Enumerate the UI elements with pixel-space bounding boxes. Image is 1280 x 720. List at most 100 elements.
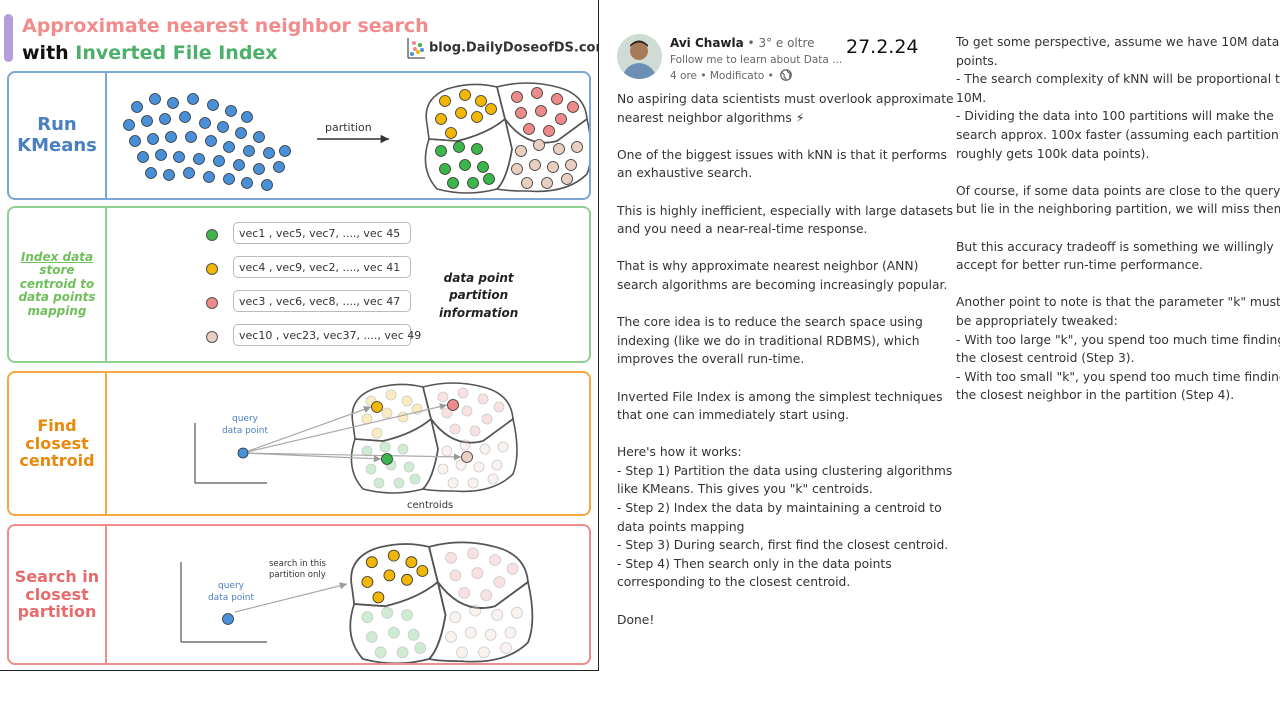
green-point <box>453 141 465 153</box>
beige-point <box>500 642 512 654</box>
blue-point <box>137 151 149 163</box>
post-line: nearest neighbor algorithms ⚡ <box>617 110 805 125</box>
label-line: closest <box>25 584 89 604</box>
data-point-partition-note: data point partition information <box>439 271 519 320</box>
yellow-point <box>385 389 397 401</box>
red-point <box>461 405 473 417</box>
post-paragraph: The core idea is to reduce the search sp… <box>617 313 942 369</box>
blue-point <box>167 97 179 109</box>
yellow-point <box>416 565 429 577</box>
red-point <box>493 576 506 588</box>
red-point <box>467 547 479 560</box>
query-point <box>222 613 234 625</box>
red-point <box>457 387 469 399</box>
beige-point <box>478 646 490 659</box>
yellow-point <box>439 95 451 107</box>
post-line: - Step 2) Index the data by maintaining … <box>617 501 942 516</box>
red-point <box>523 123 535 135</box>
beige-point <box>533 139 545 151</box>
author-name[interactable]: Avi Chawla <box>670 36 744 50</box>
beige-point <box>445 631 457 643</box>
post-line: like KMeans. This gives you "k" centroid… <box>617 482 873 497</box>
section-run-kmeans: Run KMeans partition <box>7 71 591 200</box>
blue-point <box>183 167 195 179</box>
blue-point <box>185 131 197 143</box>
post-paragraph: One of the biggest issues with kNN is th… <box>617 146 947 183</box>
yellow-point <box>455 107 467 119</box>
post-paragraph: Here's how it works: - Step 1) Partition … <box>617 443 952 592</box>
kmeans-diagram: partition <box>123 82 589 194</box>
green-point <box>361 611 374 624</box>
post-line: roughly gets 100k data points). <box>956 146 1150 161</box>
beige-point <box>487 473 499 485</box>
post-time: 4 ore • Modificato • <box>670 70 774 82</box>
infographic-title-line1: Approximate nearest neighbor search <box>22 15 429 37</box>
post-paragraph: No aspiring data scientists must overloo… <box>617 90 954 127</box>
search-note: search in this <box>269 559 326 569</box>
label-line: Find <box>37 415 77 435</box>
ivf-infographic: Approximate nearest neighbor search with… <box>0 0 599 671</box>
blue-point <box>163 169 175 181</box>
mapping-row-red: vec3 , vec6, vec8, ...., vec 47 <box>233 290 411 312</box>
label-line: Run <box>37 114 77 136</box>
beige-point <box>547 161 559 173</box>
green-point <box>361 445 373 457</box>
blue-point <box>193 153 205 165</box>
green-point <box>483 173 495 185</box>
post-line: That is why approximate nearest neighbor… <box>617 259 919 274</box>
post-paragraph: Of course, if some data points are close… <box>956 182 1280 219</box>
green-centroid-icon <box>206 229 218 241</box>
blue-point <box>263 147 275 159</box>
green-point <box>471 143 483 155</box>
green-point <box>477 161 489 173</box>
beige-point <box>565 159 577 171</box>
centroids-label: centroids <box>407 500 453 511</box>
red-point <box>543 125 555 137</box>
yellow-point <box>475 95 487 107</box>
beige-centroid-icon <box>206 331 218 343</box>
blue-point <box>129 135 141 147</box>
blue-point <box>147 133 159 145</box>
mapping-row-yellow: vec4 , vec9, vec2, ...., vec 41 <box>233 256 411 278</box>
post-line: One of the biggest issues with kNN is th… <box>617 147 947 162</box>
brand-link[interactable]: blog.DailyDoseofDS.com <box>406 36 598 60</box>
blue-point <box>235 127 247 139</box>
query-point <box>237 447 249 459</box>
label-line: KMeans <box>17 134 97 156</box>
author-avatar[interactable] <box>617 34 662 79</box>
label-line: closest <box>25 433 89 453</box>
green-point <box>459 159 471 171</box>
green-point <box>401 609 413 621</box>
section-divider <box>105 208 107 361</box>
mapping-row-green: vec1 , vec5, vec7, ...., vec 45 <box>233 222 411 244</box>
post-line: an exhaustive search. <box>617 166 753 181</box>
beige-point <box>449 611 462 624</box>
post-line: search algorithms are becoming increasin… <box>617 277 948 292</box>
blue-point <box>187 93 199 105</box>
beige-point <box>553 143 565 155</box>
date-stamp: 27.2.24 <box>846 36 919 58</box>
infographic-title-line2: with Inverted File Index <box>22 42 278 64</box>
post-paragraph: That is why approximate nearest neighbor… <box>617 257 948 294</box>
post-line: that one can immediately start using. <box>617 408 850 423</box>
post-paragraph: This is highly inefficient, especially w… <box>617 202 954 239</box>
beige-point <box>529 159 541 171</box>
centroid-point <box>381 453 393 465</box>
post-line: accept for better run-time performance. <box>956 258 1203 273</box>
beige-point <box>491 609 504 621</box>
blue-point <box>165 131 177 143</box>
yellow-point <box>371 427 383 439</box>
red-point <box>469 425 481 437</box>
beige-point <box>561 173 573 185</box>
post-line: This is highly inefficient, especially w… <box>617 203 954 218</box>
yellow-point <box>381 407 393 419</box>
yellow-point <box>397 411 409 423</box>
blue-point <box>205 135 217 147</box>
blue-point <box>131 101 143 113</box>
label-line: Index data <box>20 249 94 264</box>
beige-point <box>497 441 509 453</box>
red-point <box>481 413 493 425</box>
post-line: - With too small "k", you spend too much… <box>956 369 1280 384</box>
scatter-logo-icon <box>407 38 425 59</box>
blue-point <box>173 151 185 163</box>
